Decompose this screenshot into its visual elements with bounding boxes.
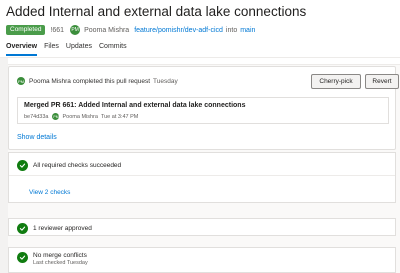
divider bbox=[9, 175, 395, 176]
merge-conflicts-card: No merge conflicts Last checked Tuesday bbox=[8, 247, 396, 273]
target-branch-link[interactable]: main bbox=[240, 27, 255, 34]
reviewers-card: 1 reviewer approved bbox=[8, 218, 396, 236]
avatar: PM bbox=[70, 25, 81, 35]
checks-card: All required checks succeeded View 2 che… bbox=[8, 152, 396, 203]
check-circle-icon bbox=[17, 252, 28, 263]
reviewers-status-row: 1 reviewer approved bbox=[17, 223, 92, 234]
commit-id[interactable]: be74d33a bbox=[24, 114, 48, 120]
completion-text: Pooma Mishra completed this pull request bbox=[29, 77, 151, 85]
checks-summary: All required checks succeeded bbox=[33, 162, 122, 169]
pr-number: !661 bbox=[50, 26, 65, 34]
conflicts-summary: No merge conflicts bbox=[33, 252, 87, 259]
tab-bar: Overview Files Updates Commits bbox=[6, 43, 134, 56]
author-name: Pooma Mishra bbox=[84, 26, 130, 34]
merge-commit-title: Merged PR 661: Added Internal and extern… bbox=[24, 102, 246, 109]
status-badge: Completed bbox=[6, 25, 46, 35]
tab-commits[interactable]: Commits bbox=[99, 43, 127, 56]
checks-status-row: All required checks succeeded bbox=[17, 160, 121, 171]
merge-author: Pooma Mishra bbox=[62, 113, 98, 120]
tab-files[interactable]: Files bbox=[44, 43, 59, 56]
merge-commit-box[interactable]: Merged PR 661: Added Internal and extern… bbox=[17, 97, 389, 124]
into-label: into bbox=[225, 26, 238, 34]
page-title: Added Internal and external data lake co… bbox=[6, 4, 307, 19]
tab-overview[interactable]: Overview bbox=[6, 43, 38, 56]
tab-updates[interactable]: Updates bbox=[66, 43, 92, 56]
check-circle-icon bbox=[17, 160, 28, 171]
view-checks-link[interactable]: View 2 checks bbox=[29, 189, 70, 196]
conflicts-status-row: No merge conflicts Last checked Tuesday bbox=[17, 252, 88, 266]
check-circle-icon bbox=[17, 223, 28, 234]
pr-meta: Completed !661 PM Pooma Mishra feature/p… bbox=[6, 24, 255, 36]
show-details-link[interactable]: Show details bbox=[17, 134, 57, 141]
revert-button[interactable]: Revert bbox=[365, 74, 399, 89]
reviewers-summary: 1 reviewer approved bbox=[33, 225, 92, 232]
completion-time: Tuesday bbox=[153, 77, 178, 85]
conflicts-last-checked: Last checked Tuesday bbox=[33, 260, 88, 266]
source-branch-link[interactable]: feature/pomishr/dev-adf-cicd bbox=[134, 27, 223, 34]
cherry-pick-button[interactable]: Cherry-pick bbox=[311, 74, 361, 89]
conflicts-text: No merge conflicts Last checked Tuesday bbox=[33, 252, 88, 266]
avatar: PM bbox=[52, 113, 60, 120]
completion-card: PM Pooma Mishra completed this pull requ… bbox=[8, 66, 399, 150]
completion-line: PM Pooma Mishra completed this pull requ… bbox=[17, 77, 178, 85]
left-gutter bbox=[0, 58, 8, 273]
merge-time: Tue at 3:47 PM bbox=[100, 113, 139, 120]
avatar: PM bbox=[17, 77, 25, 85]
tabs-divider bbox=[0, 57, 400, 58]
merge-commit-meta: be74d33a PM Pooma Mishra Tue at 3:47 PM bbox=[24, 113, 138, 120]
